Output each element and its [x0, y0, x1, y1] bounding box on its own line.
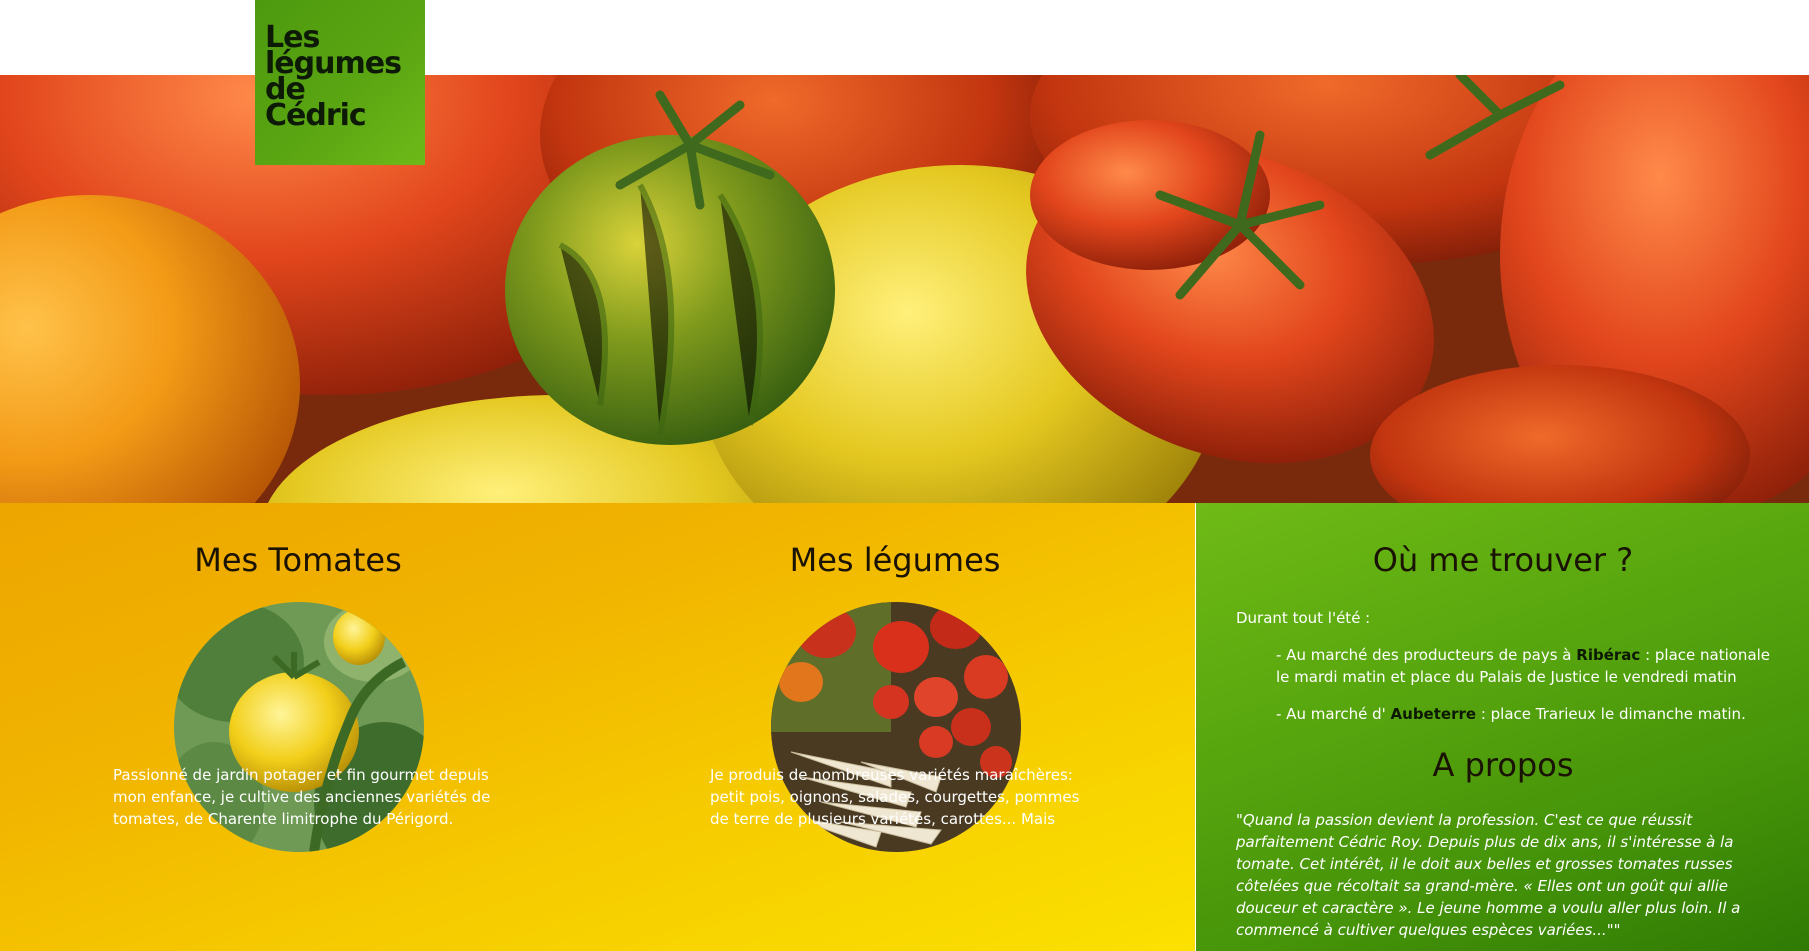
about-quote: "Quand la passion devient la profession.… [1236, 811, 1741, 939]
vegetables-title: Mes légumes [789, 541, 1001, 579]
find-me-intro: Durant tout l'été : [1236, 609, 1371, 627]
info-section: Où me trouver ? Durant tout l'été : - Au… [1195, 503, 1809, 951]
about-title: A propos [1432, 746, 1574, 784]
find-me-title: Où me trouver ? [1372, 541, 1634, 579]
riberac-link[interactable]: Ribérac [1576, 646, 1640, 664]
logo-line-4: Cédric [265, 98, 367, 133]
tomatoes-title: Mes Tomates [194, 541, 402, 579]
vegetables-description: Je produis de nombreuses variétés maraîc… [710, 766, 1080, 828]
market2-suffix: : place Trarieux le dimanche matin. [1476, 705, 1746, 723]
market-aubeterre: - Au marché d' Aubeterre : place Trarieu… [1276, 703, 1776, 725]
page: Les légumes de Cédric Mes Tomates Passio… [0, 0, 1809, 951]
market2-prefix: - Au marché d' [1276, 705, 1391, 723]
products-section: Mes Tomates Passionné de jardin potager … [0, 503, 1195, 951]
market-ribérac: - Au marché des producteurs de pays à Ri… [1276, 644, 1776, 688]
site-logo[interactable]: Les légumes de Cédric [255, 0, 425, 165]
tomatoes-description: Passionné de jardin potager et fin gourm… [113, 766, 491, 828]
market1-prefix: - Au marché des producteurs de pays à [1276, 646, 1577, 664]
aubeterre-link[interactable]: Aubeterre [1391, 705, 1477, 723]
